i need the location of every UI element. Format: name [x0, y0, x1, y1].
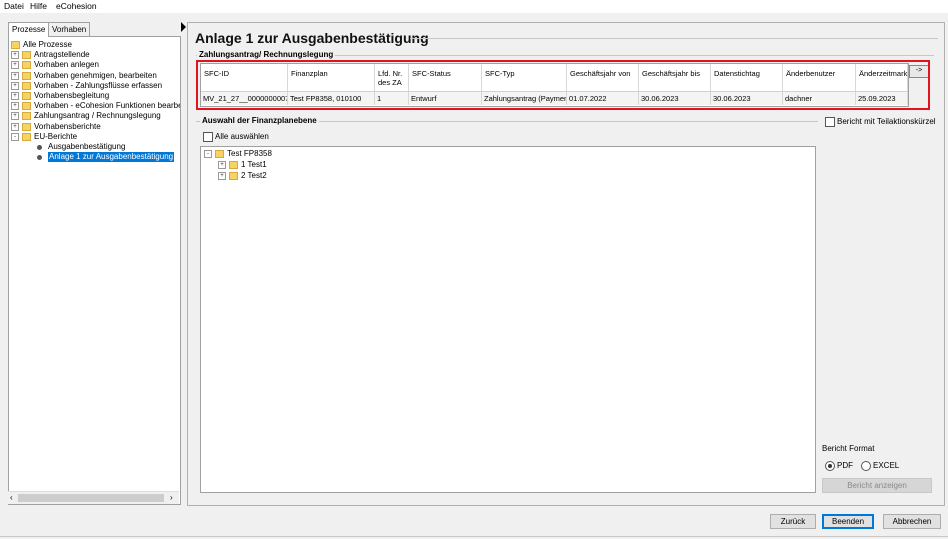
- group-zahlungsantrag-title: Zahlungsantrag/ Rechnungslegung: [197, 50, 336, 59]
- folder-icon: [22, 102, 31, 111]
- menu-hilfe[interactable]: Hilfe: [30, 1, 47, 11]
- scrollbar-thumb[interactable]: [18, 494, 164, 502]
- folder-icon: [229, 161, 238, 169]
- folder-icon: [22, 92, 31, 100]
- format-excel-radio[interactable]: [861, 461, 871, 471]
- finanzplan-tree: - Test FP8358 +1 Test1 +2 Test2: [200, 146, 816, 493]
- teilaktion-checkbox[interactable]: [825, 117, 835, 127]
- sidebar-tree-label: Vorhaben - eCohesion Funktionen bearbeit…: [34, 101, 181, 111]
- scroll-left-icon[interactable]: ‹: [10, 493, 13, 502]
- finanzplan-tree-label: 1 Test1: [241, 160, 267, 169]
- menu-datei[interactable]: Datei: [4, 1, 24, 11]
- tab-prozesse[interactable]: Prozesse: [8, 22, 50, 37]
- folder-icon: [22, 112, 31, 121]
- finanzplan-tree-label: 2 Test2: [241, 171, 267, 180]
- report-node-icon: [37, 154, 42, 160]
- finish-button[interactable]: Beenden: [822, 514, 874, 529]
- expand-icon[interactable]: +: [218, 161, 226, 169]
- select-all-label: Alle auswählen: [215, 132, 269, 141]
- page-title: Anlage 1 zur Ausgabenbestätigung: [195, 30, 429, 46]
- sidebar-tree-label: Vorhaben genehmigen, bearbeiten: [34, 70, 157, 80]
- status-divider: [0, 536, 948, 537]
- report-node-icon: [37, 144, 42, 150]
- folder-icon: [22, 81, 31, 90]
- expand-icon[interactable]: +: [11, 71, 19, 80]
- folder-icon: [22, 51, 31, 60]
- format-excel-label: EXCEL: [873, 461, 900, 470]
- sidebar-tree-label: Antragstellende: [34, 50, 90, 60]
- cancel-button[interactable]: Abbrechen: [883, 514, 941, 529]
- sidebar-tree-label: Vorhabensberichte: [34, 121, 101, 131]
- group-finanzplan-title: Auswahl der Finanzplanebene: [200, 116, 319, 125]
- sidebar-tree-label: Vorhabensbegleitung: [34, 91, 110, 100]
- format-pdf-radio[interactable]: [825, 461, 835, 471]
- folder-icon: [229, 172, 238, 180]
- collapse-sidebar-icon[interactable]: [181, 22, 186, 32]
- sidebar-horizontal-scrollbar[interactable]: ‹ ›: [8, 491, 179, 504]
- expand-icon[interactable]: +: [11, 112, 19, 121]
- sidebar-tree-label: Vorhaben anlegen: [34, 60, 99, 70]
- show-report-button[interactable]: Bericht anzeigen: [822, 478, 932, 493]
- finanzplan-tree-label: Test FP8358: [227, 149, 272, 158]
- expand-icon[interactable]: +: [11, 122, 19, 131]
- menu-bar: Datei Hilfe eCohesion: [0, 0, 948, 13]
- back-button[interactable]: Zurück: [770, 514, 816, 529]
- folder-icon: [215, 150, 224, 158]
- collapse-icon[interactable]: -: [11, 132, 19, 141]
- sidebar-tree-label: Alle Prozesse: [23, 40, 72, 49]
- sidebar-tree-label: Zahlungsantrag / Rechnungslegung: [34, 111, 161, 121]
- folder-icon: [22, 132, 31, 141]
- format-pdf-label: PDF: [837, 461, 853, 470]
- expand-icon[interactable]: +: [11, 81, 19, 90]
- expand-icon[interactable]: +: [11, 92, 19, 100]
- expand-icon[interactable]: +: [218, 172, 226, 180]
- menu-ecohesion[interactable]: eCohesion: [56, 1, 97, 11]
- folder-icon: [22, 71, 31, 80]
- expand-icon[interactable]: +: [11, 102, 19, 111]
- expand-icon[interactable]: +: [11, 61, 19, 70]
- process-tree: Alle Prozesse + Antragstellende + Vorhaben a…: [8, 36, 181, 505]
- format-label: Bericht Format: [822, 444, 875, 453]
- sidebar-tree-label: Anlage 1 zur Ausgabenbestätigung: [48, 152, 175, 163]
- collapse-icon[interactable]: -: [204, 150, 212, 158]
- sidebar-tree-label: EU-Berichte: [34, 131, 78, 141]
- highlight-box: [196, 60, 930, 110]
- tab-vorhaben[interactable]: Vorhaben: [48, 22, 91, 36]
- sidebar-tree-label: Ausgabenbestätigung: [48, 142, 126, 151]
- folder-icon: [22, 122, 31, 131]
- select-all-checkbox[interactable]: [203, 132, 213, 142]
- expand-icon[interactable]: +: [11, 51, 19, 60]
- scroll-right-icon[interactable]: ›: [170, 493, 173, 502]
- folder-icon: [22, 61, 31, 70]
- title-divider: [410, 38, 938, 39]
- sidebar-tree-label: Vorhaben - Zahlungsflüsse erfassen: [34, 80, 163, 90]
- folder-icon: [11, 41, 20, 49]
- teilaktion-label: Bericht mit Teilaktionskürzel: [837, 117, 936, 126]
